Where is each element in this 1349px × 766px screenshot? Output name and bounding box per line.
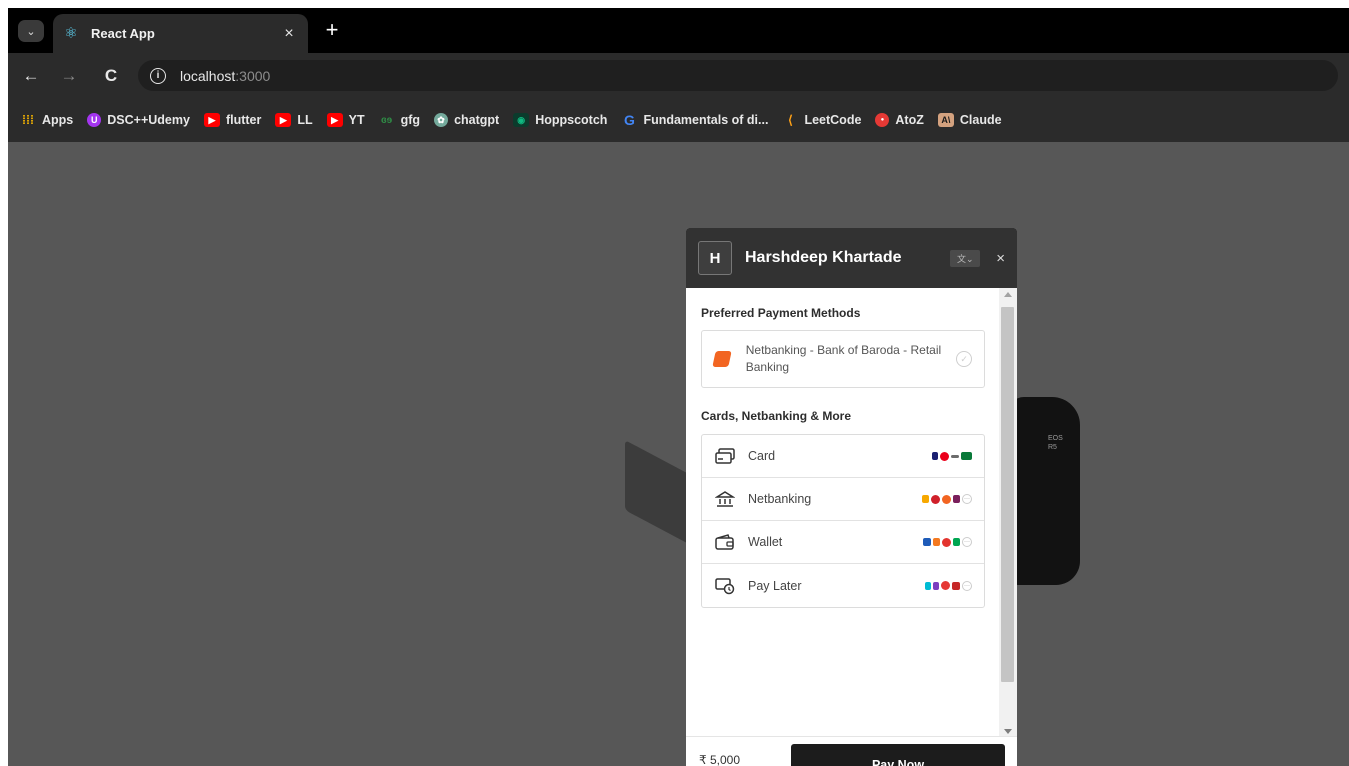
forward-button[interactable]: → xyxy=(58,65,80,87)
leetcode-icon: ⟨ xyxy=(788,113,793,127)
bookmark-label: Claude xyxy=(959,113,1002,127)
wallet-logos: ··· xyxy=(923,537,972,547)
bookmark-label: YT xyxy=(348,113,365,127)
bookmarks-bar: ⁞⁞⁞ Apps U DSC++Udemy ▶ flutter ▶ LL ▶ YT ɞɘ g… xyxy=(8,98,1349,142)
bookmark-label: flutter xyxy=(225,113,262,127)
chatgpt-icon: ✿ xyxy=(434,113,449,127)
bookmark-label: Fundamentals of di... xyxy=(643,113,769,127)
youtube-icon: ▶ xyxy=(326,113,343,127)
checkout-modal: H Harshdeep Khartade 文⌄ × Preferred Paym… xyxy=(686,228,1017,766)
checkout-body: Preferred Payment Methods Netbanking - B… xyxy=(686,288,1017,738)
method-pay-later[interactable]: Pay Later ··· xyxy=(702,564,984,607)
bank-icon xyxy=(714,489,736,509)
bookmark-apps[interactable]: ⁞⁞⁞ Apps xyxy=(20,113,73,127)
reload-button[interactable]: C xyxy=(100,65,122,87)
card-network-logos xyxy=(932,451,972,461)
bookmark-label: AtoZ xyxy=(895,113,924,127)
hoppscotch-icon: ◉ xyxy=(513,113,530,127)
bookmark-fundamentals[interactable]: G Fundamentals of di... xyxy=(621,112,769,128)
bank-of-baroda-icon xyxy=(712,351,732,367)
scroll-up-icon[interactable] xyxy=(1004,292,1012,297)
bank-logos: ··· xyxy=(922,494,972,504)
gfg-icon: ɞɘ xyxy=(381,114,393,126)
pay-later-logos: ··· xyxy=(925,580,972,591)
method-card[interactable]: Card xyxy=(702,435,984,478)
screen: ⌄ ⚛ React App × + ← → C i localhost:3000… xyxy=(0,0,1349,766)
tab-title: React App xyxy=(91,26,155,41)
camera-model-text: EOS R5 xyxy=(1048,435,1063,451)
bookmark-label: gfg xyxy=(400,113,421,127)
bookmark-yt[interactable]: ▶ YT xyxy=(326,113,365,127)
method-label: Netbanking xyxy=(748,492,812,506)
bookmark-hoppscotch[interactable]: ◉ Hoppscotch xyxy=(513,113,607,127)
url-host: localhost xyxy=(180,67,236,84)
new-tab-button[interactable]: + xyxy=(320,18,344,42)
camera-image xyxy=(1008,397,1080,585)
bookmark-label: Apps xyxy=(42,113,74,127)
back-button[interactable]: ← xyxy=(20,65,42,87)
method-label: Card xyxy=(748,449,776,463)
preferred-method-option[interactable]: Netbanking - Bank of Baroda - Retail Ban… xyxy=(701,330,985,388)
claude-icon: A\ xyxy=(937,113,954,127)
page-overlay: EOS R5 xyxy=(8,142,1349,766)
checkout-header: H Harshdeep Khartade 文⌄ × xyxy=(686,228,1017,288)
wallet-icon xyxy=(714,532,736,552)
bookmark-gfg[interactable]: ɞɘ gfg xyxy=(379,113,420,127)
preferred-method-label: Netbanking - Bank of Baroda - Retail Ban… xyxy=(745,343,942,374)
bookmark-label: Hoppscotch xyxy=(535,113,608,127)
check-circle-icon: ✓ xyxy=(956,351,972,367)
more-icon: ··· xyxy=(962,494,972,504)
bookmark-atoz[interactable]: ● AtoZ xyxy=(875,113,924,127)
tab-close-icon[interactable]: × xyxy=(280,25,298,43)
bookmark-chatgpt[interactable]: ✿ chatgpt xyxy=(434,113,499,127)
youtube-icon: ▶ xyxy=(275,113,292,127)
more-methods-title: Cards, Netbanking & More xyxy=(701,409,852,423)
checkout-footer: ₹ 5,000 Pay Now xyxy=(686,736,1017,766)
bookmark-label: LL xyxy=(297,113,313,127)
youtube-icon: ▶ xyxy=(203,113,220,127)
close-icon[interactable]: × xyxy=(996,250,1005,267)
more-icon: ··· xyxy=(962,537,972,547)
atoz-icon: ● xyxy=(875,113,890,127)
url-port: :3000 xyxy=(235,67,271,84)
total-amount: ₹ 5,000 xyxy=(699,753,740,766)
bookmark-claude[interactable]: A\ Claude xyxy=(937,113,1002,127)
payment-methods-list: Card Netbanking ··· Wallet ··· Pay Later… xyxy=(701,434,985,608)
bookmark-flutter[interactable]: ▶ flutter xyxy=(203,113,262,127)
scroll-thumb[interactable] xyxy=(1001,307,1014,682)
merchant-avatar: H xyxy=(698,241,732,275)
language-selector[interactable]: 文⌄ xyxy=(950,249,981,267)
scroll-down-icon[interactable] xyxy=(1004,729,1012,734)
google-icon: G xyxy=(623,112,635,128)
card-icon xyxy=(714,446,736,466)
udemy-icon: U xyxy=(87,113,102,127)
method-label: Wallet xyxy=(748,535,783,549)
translate-icon: 文⌄ xyxy=(956,253,974,264)
tab-search-button[interactable]: ⌄ xyxy=(18,20,44,42)
bookmark-label: chatgpt xyxy=(454,113,500,127)
react-icon: ⚛ xyxy=(64,24,78,42)
address-bar[interactable]: i localhost:3000 xyxy=(138,60,1338,91)
bookmark-leetcode[interactable]: ⟨ LeetCode xyxy=(782,113,861,127)
tab-strip: ⌄ ⚛ React App × + xyxy=(8,8,1349,53)
tab-react-app[interactable]: ⚛ React App × xyxy=(53,14,308,53)
bookmark-label: LeetCode xyxy=(804,113,862,127)
browser-toolbar: ← → C i localhost:3000 xyxy=(8,53,1349,98)
checkout-scrollbar[interactable] xyxy=(999,288,1017,738)
site-info-icon[interactable]: i xyxy=(150,67,166,84)
method-netbanking[interactable]: Netbanking ··· xyxy=(702,478,984,521)
apps-grid-icon: ⁞⁞⁞ xyxy=(22,113,34,127)
pay-now-button[interactable]: Pay Now xyxy=(791,744,1005,766)
more-icon: ··· xyxy=(962,580,972,591)
method-label: Pay Later xyxy=(748,578,802,593)
bookmark-dsc-udemy[interactable]: U DSC++Udemy xyxy=(87,113,190,127)
pay-later-icon xyxy=(714,576,736,596)
method-wallet[interactable]: Wallet ··· xyxy=(702,521,984,564)
preferred-methods-title: Preferred Payment Methods xyxy=(701,306,861,320)
bookmark-label: DSC++Udemy xyxy=(107,113,190,127)
merchant-name: Harshdeep Khartade xyxy=(745,249,902,266)
bookmark-ll[interactable]: ▶ LL xyxy=(275,113,313,127)
